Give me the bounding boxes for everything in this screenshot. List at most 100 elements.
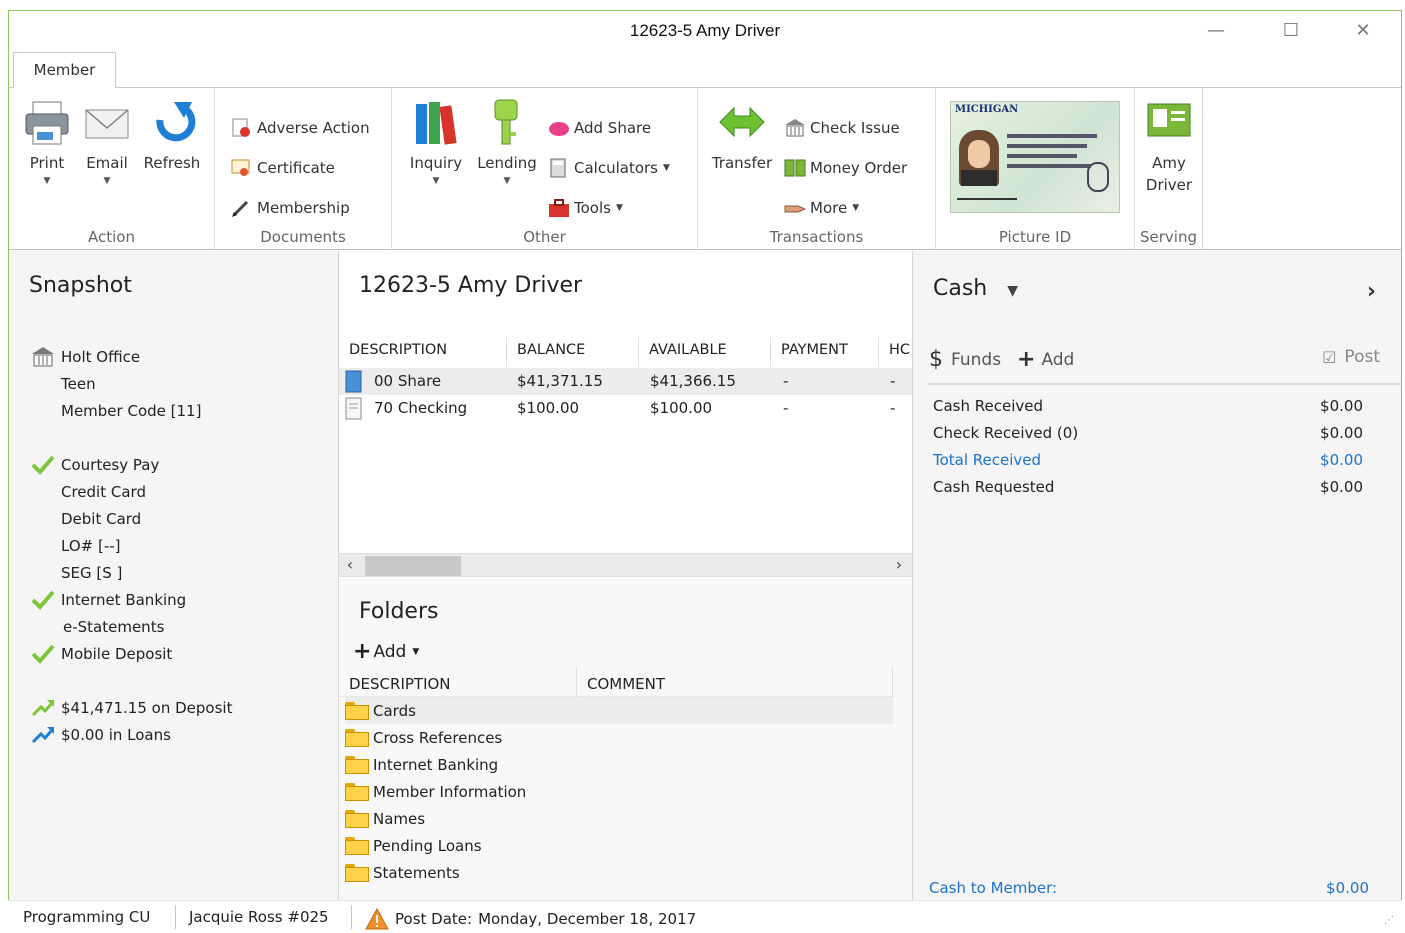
chevron-down-icon: ▼ (103, 176, 111, 186)
group-label: Serving (1140, 228, 1197, 246)
add-funds-button[interactable]: + Add (1017, 347, 1074, 372)
scroll-left-icon[interactable]: ‹ (339, 554, 361, 578)
table-row[interactable]: 70 Checking $100.00 $100.00 - - (339, 395, 912, 422)
folder-icon (345, 782, 369, 801)
certificate-button[interactable]: Certificate (231, 155, 335, 181)
list-item[interactable]: Internet Banking (345, 751, 893, 778)
column-header[interactable]: BALANCE (507, 337, 639, 367)
license-state: MICHIGAN (955, 104, 1019, 115)
resize-grip-icon[interactable]: ⋰ (1384, 915, 1394, 926)
divider (927, 383, 1401, 385)
deposits-summary[interactable]: $41,471.15 on Deposit (31, 696, 232, 720)
list-item[interactable]: Statements (345, 859, 893, 886)
list-item[interactable]: Names (345, 805, 893, 832)
more-button[interactable]: More ▼ (784, 195, 859, 221)
check-received-row: Check Received (0) $0.00 (933, 424, 1363, 442)
scroll-thumb[interactable] (365, 556, 461, 576)
funds-button[interactable]: $ Funds (929, 347, 1001, 372)
membership-button[interactable]: Membership (231, 195, 350, 221)
list-item[interactable]: Cards (345, 697, 893, 724)
loans-summary[interactable]: $0.00 in Loans (31, 723, 171, 747)
column-header[interactable]: DESCRIPTION (339, 337, 507, 367)
window-title: 12623-5 Amy Driver (629, 21, 781, 40)
service-e-statements[interactable]: e-Statements (63, 615, 164, 639)
list-item[interactable]: Cross References (345, 724, 893, 751)
column-header[interactable]: DESCRIPTION (339, 667, 577, 697)
money-order-icon (784, 158, 806, 178)
folders-table-header: DESCRIPTION COMMENT (339, 667, 894, 697)
tab-member[interactable]: Member (13, 52, 116, 88)
chevron-down-icon[interactable]: ▼ (1007, 283, 1018, 299)
money-order-button[interactable]: Money Order (784, 155, 907, 181)
service-lo-number[interactable]: LO# [--] (61, 534, 121, 558)
print-button[interactable]: Print ▼ (19, 98, 75, 186)
service-courtesy-pay[interactable]: Courtesy Pay (31, 453, 159, 477)
post-check-icon: ☑ (1322, 347, 1337, 367)
chevron-down-icon: ▼ (432, 176, 440, 186)
accounts-title: 12623-5 Amy Driver (359, 273, 583, 298)
list-item[interactable]: Pending Loans (345, 832, 893, 859)
post-date: Post Date: Monday, December 18, 2017 (365, 907, 696, 930)
column-header[interactable]: AVAILABLE (639, 337, 771, 367)
lending-button[interactable]: Lending ▼ (472, 98, 542, 186)
horizontal-scrollbar[interactable]: ‹ › (339, 553, 912, 577)
column-header[interactable]: COMMENT (577, 667, 893, 697)
ribbon-group-other: Inquiry ▼ Lending ▼ Add Share Calculator… (392, 88, 698, 250)
service-credit-card[interactable]: Credit Card (61, 480, 146, 504)
add-folder-button[interactable]: + Add ▼ (353, 639, 419, 664)
plus-icon: + (1017, 347, 1036, 372)
snapshot-title: Snapshot (29, 273, 132, 298)
age-group: Teen (61, 375, 96, 393)
bank-icon (31, 346, 55, 368)
list-item[interactable]: Member Information (345, 778, 893, 805)
license-photo (959, 130, 999, 186)
cash-received-row: Cash Received $0.00 (933, 397, 1363, 415)
adverse-action-button[interactable]: Adverse Action (231, 115, 370, 141)
inquiry-button[interactable]: Inquiry ▼ (404, 98, 468, 186)
serving-member-button[interactable]: Amy Driver (1141, 98, 1197, 194)
trend-up-icon (31, 724, 55, 746)
add-share-button[interactable]: Add Share (548, 115, 651, 141)
folder-icon (345, 863, 369, 882)
key-icon (483, 98, 531, 148)
maximize-button[interactable]: ☐ (1277, 19, 1305, 43)
chevron-down-icon: ▼ (503, 176, 511, 186)
email-button[interactable]: Email ▼ (81, 98, 133, 186)
office-item[interactable]: Holt Office (31, 345, 140, 369)
status-divider (351, 905, 352, 929)
tools-button[interactable]: Tools ▼ (548, 195, 623, 221)
service-seg[interactable]: SEG [S ] (61, 561, 122, 585)
refresh-button[interactable]: Refresh (139, 98, 205, 172)
group-label: Action (88, 228, 135, 246)
service-debit-card[interactable]: Debit Card (61, 507, 141, 531)
service-mobile-deposit[interactable]: Mobile Deposit (31, 642, 172, 666)
bank-icon (784, 118, 805, 138)
status-divider (175, 905, 176, 929)
check-issue-button[interactable]: Check Issue (784, 115, 900, 141)
table-row[interactable]: 00 Share $41,371.15 $41,366.15 - - (339, 368, 912, 395)
ribbon-group-picture-id: MICHIGAN Picture ID (936, 88, 1135, 250)
service-internet-banking[interactable]: Internet Banking (31, 588, 186, 612)
folder-icon (345, 701, 369, 720)
toolbox-icon (548, 198, 569, 218)
refresh-icon (148, 98, 196, 148)
chevron-right-icon[interactable]: › (1367, 279, 1376, 304)
post-button[interactable]: ☑ Post (1322, 347, 1380, 367)
dollar-icon: $ (929, 347, 943, 372)
close-button[interactable]: ✕ (1349, 19, 1377, 43)
share-account-icon (345, 368, 365, 395)
checking-account-icon (345, 395, 365, 422)
plus-icon: + (353, 639, 372, 664)
transfer-button[interactable]: Transfer (706, 98, 778, 172)
print-label: Print (29, 154, 65, 172)
column-header[interactable]: PAYMENT (771, 337, 879, 367)
drivers-license-image[interactable]: MICHIGAN (950, 101, 1120, 213)
cash-title[interactable]: Cash ▼ (933, 276, 1018, 301)
scroll-right-icon[interactable]: › (888, 554, 910, 578)
email-label: Email (86, 154, 128, 172)
transfer-arrows-icon (718, 98, 766, 148)
minimize-button[interactable]: — (1202, 19, 1230, 43)
snapshot-panel: Snapshot Holt Office Teen Member Code [1… (9, 251, 339, 901)
check-icon (31, 454, 55, 476)
calculators-button[interactable]: Calculators ▼ (548, 155, 670, 181)
